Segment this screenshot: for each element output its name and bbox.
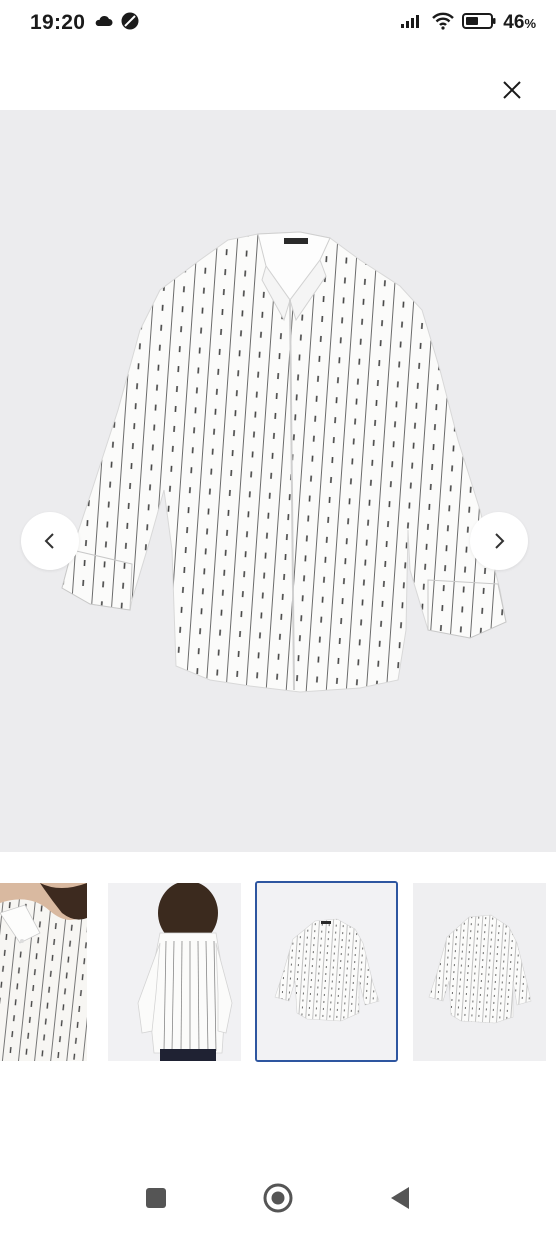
do-not-disturb-icon <box>121 12 139 35</box>
status-time: 19:20 <box>30 11 86 34</box>
wifi-icon <box>431 12 455 35</box>
shirt-photo <box>61 231 507 693</box>
circle-icon <box>263 1183 293 1213</box>
thumbnail-3-image <box>257 883 396 1060</box>
battery-value: 46 <box>503 12 525 33</box>
product-image-viewer: 19:20 46% <box>0 0 556 1235</box>
thumbnail-4-image <box>413 883 546 1061</box>
status-bar: 19:20 46% <box>0 0 556 46</box>
battery-percent: 46% <box>503 12 536 34</box>
status-right: 46% <box>400 12 536 35</box>
thumbnail-3[interactable] <box>255 881 398 1062</box>
triangle-back-icon <box>391 1187 409 1209</box>
system-navigation-bar <box>0 1160 556 1235</box>
cloud-icon <box>93 14 113 32</box>
close-icon <box>503 81 521 99</box>
thumbnail-1-image <box>0 883 87 1061</box>
thumbnail-strip <box>0 881 556 1063</box>
square-icon <box>146 1188 166 1208</box>
chevron-right-icon <box>495 533 505 549</box>
home-button[interactable] <box>258 1178 298 1218</box>
close-button[interactable] <box>496 74 528 106</box>
thumbnail-4[interactable] <box>413 883 546 1061</box>
thumbnail-1[interactable] <box>0 883 87 1061</box>
thumbnail-2[interactable] <box>108 883 241 1061</box>
battery-icon <box>462 12 496 35</box>
battery-unit: % <box>524 16 536 31</box>
recents-button[interactable] <box>136 1178 176 1218</box>
next-image-button[interactable] <box>470 512 528 570</box>
thumbnail-2-image <box>108 883 241 1061</box>
back-button[interactable] <box>380 1178 420 1218</box>
main-product-image[interactable] <box>0 110 556 852</box>
status-left: 19:20 <box>30 11 139 35</box>
chevron-left-icon <box>44 533 54 549</box>
previous-image-button[interactable] <box>21 512 79 570</box>
signal-icon <box>400 13 424 34</box>
